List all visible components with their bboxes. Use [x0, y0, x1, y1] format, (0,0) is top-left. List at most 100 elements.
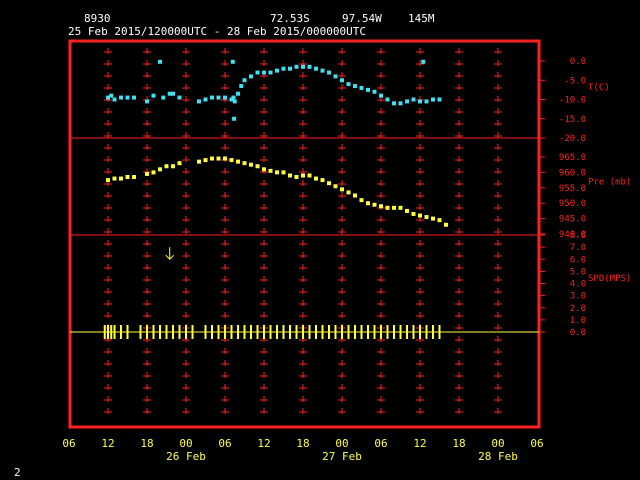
station-lon: 97.54W — [342, 12, 382, 25]
temperature-point — [333, 74, 338, 79]
temperature-point — [353, 84, 357, 89]
temperature-point — [216, 95, 221, 100]
date-label: 26 Feb — [166, 450, 206, 463]
chart-frame — [68, 39, 541, 429]
marks-layer — [70, 59, 539, 339]
temperature-point — [262, 70, 266, 75]
wind-tick-label: 5.0 — [570, 267, 586, 277]
pressure-point — [216, 156, 221, 161]
pressure-point — [236, 159, 240, 164]
x-tick-label: 00 — [335, 437, 348, 450]
wind-tick-label: 0.0 — [570, 328, 586, 338]
temperature-point — [232, 99, 237, 104]
wind-axis-label: SPD(MPS) — [588, 274, 631, 284]
station-elev: 145M — [408, 12, 435, 25]
pressure-tick-label: 960.0 — [559, 168, 586, 178]
pressure-point — [112, 176, 117, 181]
pressure-point — [119, 176, 123, 181]
temperature-point — [418, 99, 422, 104]
temperature-point — [346, 82, 351, 87]
pressure-point — [320, 178, 325, 183]
pressure-point — [353, 193, 357, 198]
temperature-point — [242, 78, 247, 83]
temperature-point — [275, 68, 279, 73]
temperature-point — [145, 99, 149, 104]
wind-tick-label: 6.0 — [570, 255, 586, 265]
x-tick-label: 06 — [374, 437, 387, 450]
pressure-point — [171, 164, 175, 169]
pressure-point — [359, 198, 364, 203]
pressure-point — [210, 156, 214, 161]
wind-tick-label: 1.0 — [570, 316, 586, 326]
temperature-point — [230, 59, 235, 64]
pressure-point — [132, 175, 136, 180]
station-meteogram: 06 12 18 00 06 12 18 00 06 12 18 00 0626 Feb 27 Feb 28… — [14, 12, 631, 479]
pressure-point — [437, 218, 442, 223]
x-tick-label: 18 — [296, 437, 309, 450]
date-label: 27 Feb — [322, 450, 362, 463]
temperature-point — [112, 97, 117, 102]
pressure-point — [346, 190, 351, 195]
pressure-point — [405, 208, 409, 213]
temperature-point — [421, 59, 426, 64]
temperature-point — [431, 97, 435, 102]
temperature-tick-label: -20.0 — [559, 134, 586, 144]
temperature-point — [359, 85, 364, 90]
pressure-point — [301, 173, 305, 178]
temperature-tick-label: 0.0 — [570, 57, 586, 67]
x-tick-label: 06 — [218, 437, 231, 450]
wind-tick-label: 4.0 — [570, 280, 586, 290]
temperature-point — [424, 99, 429, 104]
pressure-point — [229, 158, 234, 163]
pressure-point — [379, 204, 383, 209]
temperature-point — [171, 91, 175, 96]
temperature-point — [366, 87, 370, 92]
pressure-point — [444, 222, 448, 227]
pressure-point — [288, 173, 292, 178]
temperature-point — [109, 93, 114, 98]
pressure-point — [255, 164, 260, 169]
temperature-point — [232, 116, 237, 121]
pressure-point — [327, 181, 331, 186]
pressure-point — [418, 213, 422, 218]
pressure-tick-label: 945.0 — [559, 215, 586, 225]
temperature-point — [385, 97, 390, 102]
pressure-tick-label: 965.0 — [559, 153, 586, 163]
pressure-point — [372, 202, 377, 207]
station-id: 8930 — [84, 12, 111, 25]
pressure-point — [307, 173, 312, 178]
temperature-point — [327, 70, 331, 75]
pressure-point — [398, 205, 403, 210]
temperature-point — [177, 95, 182, 100]
temperature-point — [288, 66, 292, 71]
temperature-point — [411, 97, 416, 102]
x-tick-label: 18 — [452, 437, 465, 450]
x-tick-label: 00 — [491, 437, 504, 450]
pressure-point — [106, 178, 110, 183]
x-tick-label: 06 — [62, 437, 75, 450]
temperature-point — [372, 89, 377, 94]
temperature-point — [239, 84, 244, 89]
pressure-point — [242, 161, 247, 166]
temperature-point — [320, 68, 325, 73]
temperature-point — [398, 101, 403, 106]
temperature-point — [281, 66, 286, 71]
pressure-point — [145, 171, 149, 176]
pressure-point — [268, 168, 273, 173]
temperature-point — [125, 95, 130, 100]
temperature-tick-label: -5.0 — [564, 76, 586, 86]
temperature-point — [210, 95, 214, 100]
page-number: 2 — [14, 466, 21, 479]
temperature-tick-label: -10.0 — [559, 96, 586, 106]
temperature-point — [255, 70, 260, 75]
temperature-tick-label: -15.0 — [559, 115, 586, 125]
temperature-point — [314, 66, 318, 71]
x-tick-label: 00 — [179, 437, 192, 450]
pressure-tick-label: 955.0 — [559, 184, 586, 194]
temperature-point — [307, 64, 312, 69]
pressure-point — [294, 175, 299, 180]
temperature-point — [301, 64, 305, 69]
temperature-point — [203, 97, 208, 102]
pressure-point — [223, 156, 227, 161]
pressure-point — [158, 167, 162, 172]
